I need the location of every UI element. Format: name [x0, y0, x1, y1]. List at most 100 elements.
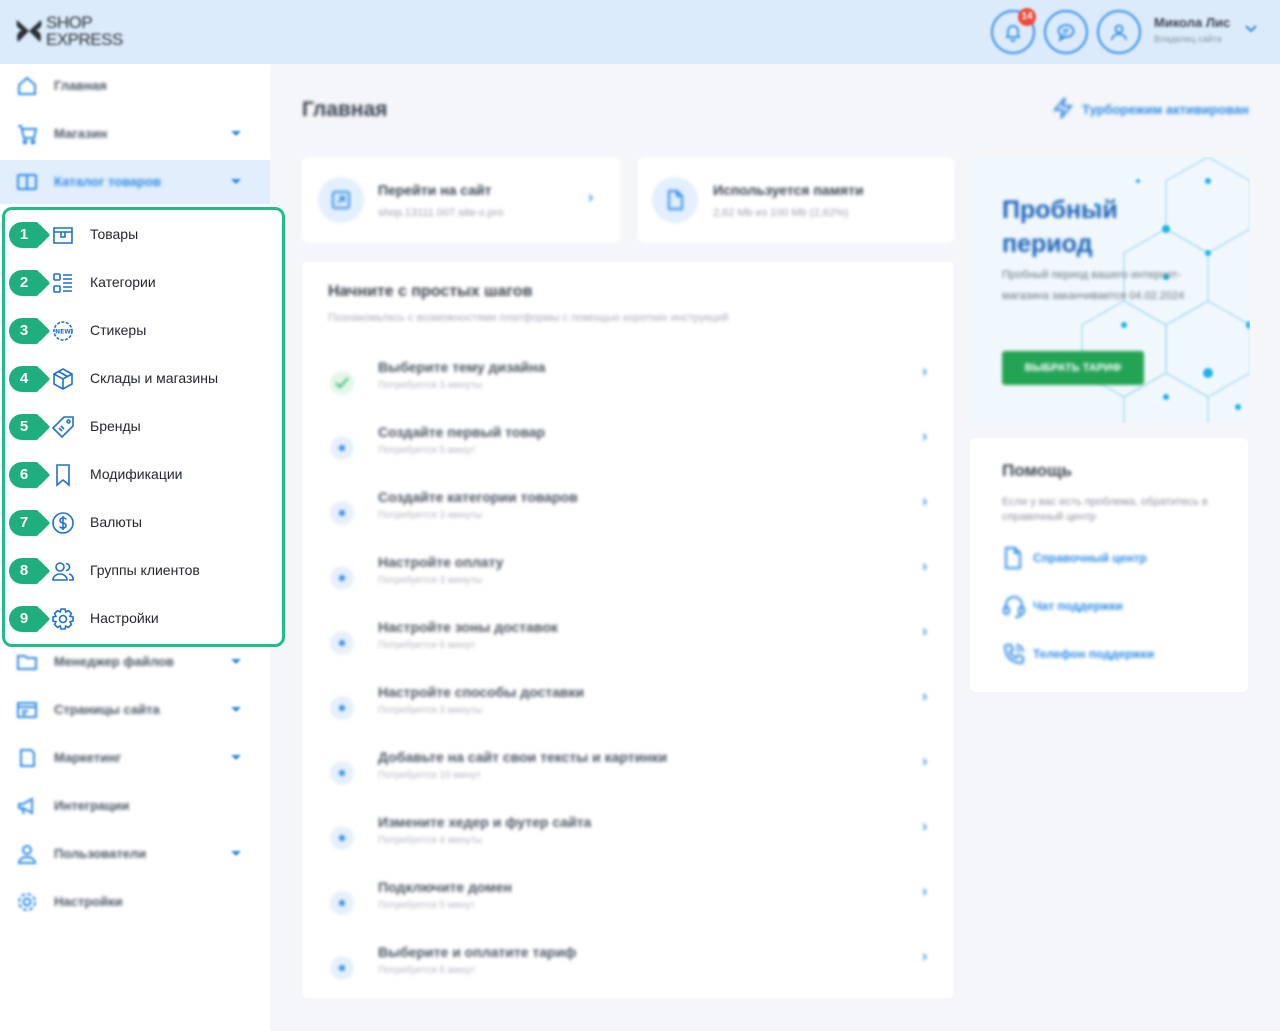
getting-started-subtitle: Познакомьтесь с возможностями платформы …	[328, 312, 729, 324]
warehouse-cube-icon	[53, 368, 73, 390]
sidebar-item-catalog[interactable]: Каталог товаров	[0, 160, 270, 204]
bookmark-icon	[56, 464, 70, 487]
step-number-badge: 5	[9, 414, 39, 440]
submenu-item-categories[interactable]: 2 Категории	[5, 258, 282, 306]
chevron-down-icon	[231, 179, 241, 184]
step-dot-icon	[330, 566, 354, 590]
chevron-right-icon: ›	[922, 363, 928, 380]
step-title: Добавьте на сайт свои тексты и картинки	[378, 749, 668, 765]
sidebar-item-integrations[interactable]: Интеграции	[0, 784, 270, 828]
step-number-badge: 7	[9, 510, 39, 536]
submenu-item-stickers[interactable]: 3 NEW Стикеры	[5, 306, 282, 354]
step-item[interactable]: Добавьте на сайт свои тексты и картинки П…	[302, 749, 952, 813]
submenu-item-settings[interactable]: 9 Настройки	[5, 594, 282, 642]
submenu-item-label: Группы клиентов	[90, 562, 200, 578]
step-number-badge: 6	[9, 462, 39, 488]
home-icon	[18, 76, 36, 95]
chevron-down-icon	[231, 707, 241, 712]
step-item[interactable]: Подключите домен Потребуется 5 минут ›	[302, 879, 952, 943]
chevron-right-icon: ›	[922, 753, 928, 770]
chevron-right-icon: ›	[922, 558, 928, 575]
memory-usage-card: Используется памяти 2,62 Mb из 100 Mb (2…	[638, 157, 954, 243]
submenu-item-brands[interactable]: 5 Бренды	[5, 402, 282, 450]
chevron-right-icon: ›	[922, 688, 928, 705]
step-duration: Потребуется 3 минуты	[378, 380, 483, 391]
step-duration: Потребуется 5 минут	[378, 900, 476, 911]
sidebar-item-shop[interactable]: Магазин	[0, 112, 270, 156]
chevron-down-icon	[231, 851, 241, 856]
site-url: shop.13111.007.site-x.pro	[378, 207, 504, 219]
submenu-item-label: Настройки	[90, 610, 159, 626]
step-item[interactable]: Настройте оплату Потребуется 3 минуты ›	[302, 554, 952, 618]
step-number-badge: 3	[9, 318, 39, 344]
chevron-right-icon: ›	[922, 883, 928, 900]
step-item[interactable]: Настройте зоны доставок Потребуется 6 мин…	[302, 619, 952, 683]
go-to-site-card[interactable]: Перейти на сайт shop.13111.007.site-x.pr…	[302, 157, 620, 243]
sticker-new-icon: NEW	[53, 321, 73, 341]
trial-title-line2: период	[1002, 230, 1093, 258]
chevron-right-icon: ›	[922, 623, 928, 640]
sidebar-item-label: Пользователи	[54, 846, 147, 861]
check-icon	[330, 371, 354, 395]
settings-icon	[18, 893, 36, 911]
step-title: Подключите домен	[378, 879, 512, 895]
submenu-item-customer-groups[interactable]: 8 Группы клиентов	[5, 546, 282, 594]
step-item[interactable]: Создайте первый товар Потребуется 5 минут…	[302, 424, 952, 488]
submenu-item-modifications[interactable]: 6 Модификации	[5, 450, 282, 498]
catalog-submenu-highlight: 1 Товары 2 Категории 3 NEW Стикеры 4 Скл…	[2, 207, 285, 647]
step-title: Выберите тему дизайна	[378, 359, 546, 375]
step-item[interactable]: Настройте способы доставки Потребуется 3 …	[302, 684, 952, 748]
go-to-site-title: Перейти на сайт	[378, 182, 492, 198]
dollar-icon	[52, 512, 74, 534]
submenu-item-label: Стикеры	[90, 322, 147, 338]
logo[interactable]: SHOP EXPRESS	[14, 14, 124, 52]
help-title: Помощь	[1002, 461, 1072, 480]
sidebar-item-label: Менеджер файлов	[54, 654, 174, 669]
sidebar-item-marketing[interactable]: Маркетинг	[0, 736, 270, 780]
sidebar-item-home[interactable]: Главная	[0, 64, 270, 108]
logo-butterfly-icon	[16, 20, 42, 42]
step-dot-icon	[330, 696, 354, 720]
step-title: Выберите и оплатите тариф	[378, 944, 577, 960]
sidebar-item-users[interactable]: Пользователи	[0, 832, 270, 876]
memory-usage-title: Используется памяти	[713, 182, 864, 198]
megaphone-icon	[18, 797, 33, 815]
step-item[interactable]: Создайте категории товаров Потребуется 3 …	[302, 489, 952, 553]
submenu-item-products[interactable]: 1 Товары	[5, 210, 282, 258]
chevron-right-icon: ›	[922, 428, 928, 445]
avatar-icon	[1111, 24, 1127, 41]
sidebar-item-settings[interactable]: Настройки	[0, 880, 270, 924]
chevron-down-icon[interactable]	[1244, 24, 1258, 34]
top-header: SHOP EXPRESS 14 Микола Лис Владелец сайт…	[0, 0, 1280, 64]
step-number-badge: 1	[9, 222, 39, 248]
profile-button[interactable]	[1097, 10, 1141, 54]
submenu-item-label: Бренды	[90, 418, 141, 434]
step-item[interactable]: Измените хедер и футер сайта Потребуется …	[302, 814, 952, 878]
step-duration: Потребуется 3 минуты	[378, 510, 483, 521]
step-item[interactable]: Выберите тему дизайна Потребуется 3 минут…	[302, 359, 952, 423]
svg-text:NEW: NEW	[55, 329, 71, 336]
user-icon	[17, 845, 37, 864]
step-dot-icon	[330, 891, 354, 915]
submenu-item-currencies[interactable]: 7 Валюты	[5, 498, 282, 546]
trial-description: Пробный период вашего интернет-магазина …	[1002, 269, 1185, 302]
chevron-right-icon: ›	[922, 818, 928, 835]
step-item[interactable]: Выберите и оплатите тариф Потребуется 6 м…	[302, 944, 952, 1008]
messages-button[interactable]	[1044, 10, 1088, 54]
step-duration: Потребуется 5 минут	[378, 445, 476, 456]
user-name[interactable]: Микола Лис	[1154, 15, 1230, 30]
chevron-right-icon: ›	[922, 948, 928, 965]
users-icon	[52, 562, 74, 581]
step-title: Настройте способы доставки	[378, 684, 585, 700]
bell-icon	[1004, 25, 1022, 42]
help-link-label: Справочный центр	[1033, 551, 1147, 565]
catalog-icon	[17, 174, 37, 190]
choose-plan-button[interactable]: ВЫБРАТЬ ТАРИФ	[1002, 351, 1144, 385]
submenu-item-label: Валюты	[90, 514, 142, 530]
headset-icon	[1003, 596, 1025, 618]
sidebar-item-site-pages[interactable]: Страницы сайта	[0, 688, 270, 732]
submenu-item-warehouses[interactable]: 4 Склады и магазины	[5, 354, 282, 402]
step-dot-icon	[330, 956, 354, 980]
chevron-right-icon: ›	[588, 189, 594, 206]
folder-icon	[17, 655, 37, 670]
